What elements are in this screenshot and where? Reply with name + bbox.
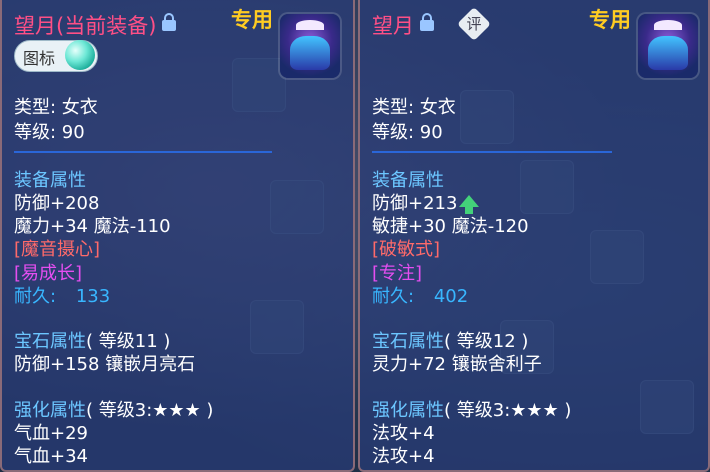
lock-icon xyxy=(162,12,177,31)
exclusive-label: 专用 xyxy=(589,8,631,32)
enhance-level: ( 等级3:★★★ ) xyxy=(444,400,572,421)
item-type: 类型: 女衣 xyxy=(372,97,456,118)
durability-value: 402 xyxy=(433,286,469,307)
item-title: 望月(当前装备) xyxy=(14,10,177,40)
up-arrow-icon xyxy=(459,195,480,214)
icon-toggle-button[interactable]: 图标 xyxy=(14,40,98,72)
item-name: 望月(当前装备) xyxy=(14,14,157,38)
durability-label: 耐久: xyxy=(14,286,57,307)
item-portrait xyxy=(638,14,698,78)
special-skill: [魔音摄心] xyxy=(14,239,101,260)
lock-icon xyxy=(420,12,434,31)
special-skill: [破敏式] xyxy=(372,239,441,260)
enhance-attr-header: 强化属性 xyxy=(372,400,444,421)
durability: 耐久: 402 xyxy=(372,282,468,308)
orb-icon xyxy=(65,40,95,70)
item-title: 望月 xyxy=(372,10,434,40)
gem-stat: 防御+158 镶嵌月亮石 xyxy=(14,354,196,375)
item-type: 类型: 女衣 xyxy=(14,97,98,118)
gem-attr-header: 宝石属性 xyxy=(372,331,444,352)
gem-level: ( 等级12 ) xyxy=(444,331,529,352)
durability-value: 133 xyxy=(75,286,111,307)
item-portrait xyxy=(280,14,340,78)
enhance-stat: 气血+34 xyxy=(14,446,88,467)
gem-stat: 灵力+72 镶嵌舍利子 xyxy=(372,354,542,375)
durability: 耐久: 133 xyxy=(14,282,110,308)
defense-value: 防御+213 xyxy=(372,193,458,214)
item-level: 等级: 90 xyxy=(372,122,443,143)
item-level: 等级: 90 xyxy=(14,122,85,143)
icon-toggle-label: 图标 xyxy=(23,49,56,68)
evaluate-label: 评 xyxy=(466,15,482,33)
durability-label: 耐久: xyxy=(372,286,415,307)
enhance-attr-header: 强化属性 xyxy=(14,400,86,421)
equipped-item-tooltip: 望月(当前装备) 专用 图标 类型: 女衣 等级: 90 装备属性 防御+208… xyxy=(0,0,355,472)
enhance-stat: 法攻+4 xyxy=(372,446,435,467)
exclusive-label: 专用 xyxy=(231,8,273,32)
enhance-level: ( 等级3:★★★ ) xyxy=(86,400,214,421)
divider xyxy=(372,151,612,153)
compare-item-tooltip: 望月 专用 类型: 女衣 等级: 90 装备属性 防御+213 敏捷+30 魔法… xyxy=(358,0,710,472)
gem-level: ( 等级11 ) xyxy=(86,331,171,352)
item-name: 望月 xyxy=(372,14,414,38)
divider xyxy=(14,151,272,153)
gem-attr-header: 宝石属性 xyxy=(14,331,86,352)
